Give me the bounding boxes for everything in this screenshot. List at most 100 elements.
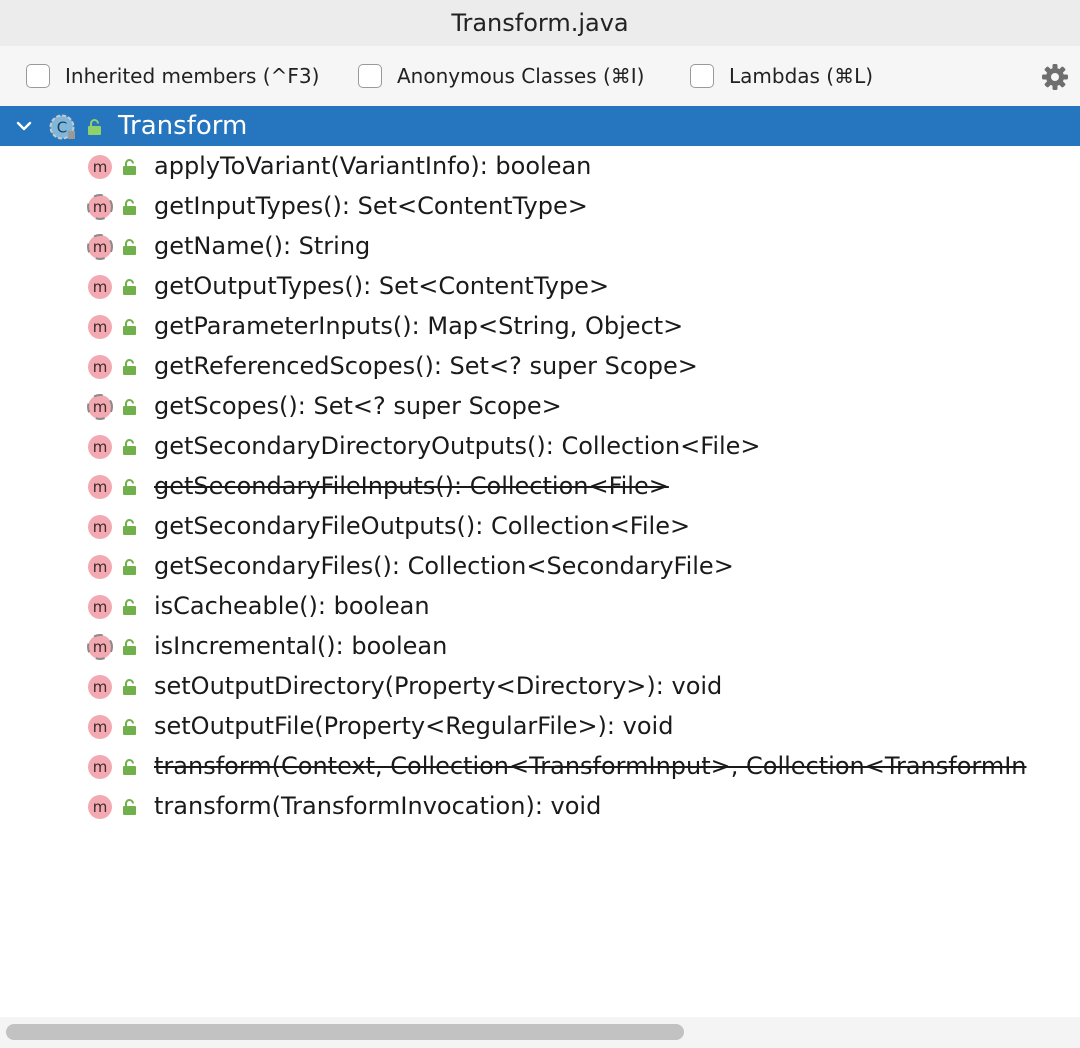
- tree-root-label: Transform: [118, 111, 248, 141]
- tree-member-label: getScopes(): Set<? super Scope>: [154, 392, 562, 420]
- tree-member-row[interactable]: m transform(Context, Collection<Transform…: [0, 746, 1080, 786]
- public-lock-icon: [123, 399, 136, 415]
- tree-member-row[interactable]: m getScopes(): Set<? super Scope>: [0, 386, 1080, 426]
- svg-text:m: m: [93, 598, 108, 616]
- public-lock-icon: [123, 479, 136, 495]
- svg-text:m: m: [93, 478, 108, 496]
- inherited-members-checkbox[interactable]: [26, 64, 50, 88]
- tree-member-label: getInputTypes(): Set<ContentType>: [154, 192, 588, 220]
- svg-text:m: m: [93, 758, 108, 776]
- tree-member-label: applyToVariant(VariantInfo): boolean: [154, 152, 592, 180]
- method-icon: m: [88, 475, 112, 499]
- tree-member-label: transform(TransformInvocation): void: [154, 792, 602, 820]
- lambdas-label: Lambdas (⌘L): [729, 64, 874, 88]
- tree-member-row[interactable]: m isIncremental(): boolean: [0, 626, 1080, 666]
- public-lock-icon: [123, 599, 136, 615]
- tree-member-row[interactable]: m getSecondaryFileInputs(): Collection<Fi…: [0, 466, 1080, 506]
- chevron-down-icon[interactable]: [14, 116, 34, 136]
- filter-toolbar: Inherited members (^F3) Anonymous Classe…: [0, 46, 1080, 106]
- tree-member-label: transform(Context, Collection<TransformI…: [154, 752, 1027, 780]
- tree-member-row[interactable]: m setOutputDirectory(Property<Directory>)…: [0, 666, 1080, 706]
- method-icon: m: [88, 355, 112, 379]
- tree-member-row[interactable]: m getParameterInputs(): Map<String, Objec…: [0, 306, 1080, 346]
- method-icon: m: [88, 555, 112, 579]
- svg-text:m: m: [93, 678, 108, 696]
- public-lock-icon: [123, 639, 136, 655]
- tree-member-label: getParameterInputs(): Map<String, Object…: [154, 312, 684, 340]
- public-lock-icon: [123, 199, 136, 215]
- horizontal-scrollbar-thumb[interactable]: [6, 1024, 684, 1040]
- svg-text:m: m: [93, 198, 108, 216]
- tree-member-row[interactable]: m getName(): String: [0, 226, 1080, 266]
- tree-member-label: getSecondaryFileInputs(): Collection<Fil…: [154, 472, 669, 500]
- abstract-class-icon: C: [49, 114, 75, 140]
- tree-member-label: setOutputDirectory(Property<Directory>):…: [154, 672, 723, 700]
- svg-text:m: m: [93, 278, 108, 296]
- abstract-method-icon: m: [87, 394, 113, 420]
- method-icon: m: [88, 155, 112, 179]
- inherited-members-option[interactable]: Inherited members (^F3): [26, 46, 319, 106]
- public-lock-icon: [123, 159, 136, 175]
- method-icon: m: [88, 675, 112, 699]
- svg-text:m: m: [93, 438, 108, 456]
- public-lock-icon: [123, 239, 136, 255]
- tree-member-label: getSecondaryFiles(): Collection<Secondar…: [154, 552, 734, 580]
- svg-text:m: m: [93, 358, 108, 376]
- tree-member-row[interactable]: m getOutputTypes(): Set<ContentType>: [0, 266, 1080, 306]
- public-lock-icon: [123, 679, 136, 695]
- window-titlebar: Transform.java: [0, 0, 1080, 46]
- svg-text:m: m: [93, 518, 108, 536]
- lambdas-checkbox[interactable]: [690, 64, 714, 88]
- method-icon: m: [88, 315, 112, 339]
- svg-text:m: m: [93, 238, 108, 256]
- gear-icon[interactable]: [1040, 62, 1070, 92]
- svg-text:C: C: [57, 119, 67, 137]
- tree-member-row[interactable]: m applyToVariant(VariantInfo): boolean: [0, 146, 1080, 186]
- svg-text:m: m: [93, 798, 108, 816]
- tree-member-row[interactable]: m getSecondaryDirectoryOutputs(): Collect…: [0, 426, 1080, 466]
- tree-member-label: getReferencedScopes(): Set<? super Scope…: [154, 352, 698, 380]
- anonymous-classes-checkbox[interactable]: [358, 64, 382, 88]
- tree-member-row[interactable]: m setOutputFile(Property<RegularFile>): v…: [0, 706, 1080, 746]
- method-icon: m: [88, 795, 112, 819]
- tree-member-label: getOutputTypes(): Set<ContentType>: [154, 272, 610, 300]
- abstract-method-icon: m: [87, 194, 113, 220]
- tree-member-label: getSecondaryDirectoryOutputs(): Collecti…: [154, 432, 761, 460]
- public-lock-icon: [123, 359, 136, 375]
- public-lock-icon: [123, 519, 136, 535]
- window-title: Transform.java: [451, 9, 629, 37]
- svg-text:m: m: [93, 318, 108, 336]
- anonymous-classes-option[interactable]: Anonymous Classes (⌘I): [358, 46, 644, 106]
- tree-member-label: getName(): String: [154, 232, 371, 260]
- public-lock-icon: [123, 759, 136, 775]
- abstract-method-icon: m: [87, 634, 113, 660]
- inherited-members-label: Inherited members (^F3): [65, 64, 320, 88]
- method-icon: m: [88, 515, 112, 539]
- tree-member-row[interactable]: m getInputTypes(): Set<ContentType>: [0, 186, 1080, 226]
- method-icon: m: [88, 715, 112, 739]
- svg-text:m: m: [93, 558, 108, 576]
- tree-member-row[interactable]: m getReferencedScopes(): Set<? super Scop…: [0, 346, 1080, 386]
- method-icon: m: [88, 595, 112, 619]
- tree-member-row[interactable]: m getSecondaryFiles(): Collection<Seconda…: [0, 546, 1080, 586]
- tree-member-row[interactable]: m getSecondaryFileOutputs(): Collection<F…: [0, 506, 1080, 546]
- public-lock-icon: [88, 119, 101, 135]
- method-icon: m: [88, 755, 112, 779]
- tree-member-row[interactable]: m transform(TransformInvocation): void: [0, 786, 1080, 826]
- lambdas-option[interactable]: Lambdas (⌘L): [690, 46, 873, 106]
- tree-member-label: isCacheable(): boolean: [154, 592, 430, 620]
- structure-window: Transform.java Inherited members (^F3) A…: [0, 0, 1080, 1048]
- svg-text:m: m: [93, 718, 108, 736]
- tree-member-label: isIncremental(): boolean: [154, 632, 448, 660]
- svg-text:m: m: [93, 638, 108, 656]
- tree-member-row[interactable]: m isCacheable(): boolean: [0, 586, 1080, 626]
- public-lock-icon: [123, 439, 136, 455]
- abstract-method-icon: m: [87, 234, 113, 260]
- structure-tree: C Transform m applyToVariant(VariantInfo)…: [0, 106, 1080, 826]
- tree-root-transform[interactable]: C Transform: [0, 106, 1080, 146]
- method-icon: m: [88, 275, 112, 299]
- tree-member-label: setOutputFile(Property<RegularFile>): vo…: [154, 712, 674, 740]
- public-lock-icon: [123, 559, 136, 575]
- public-lock-icon: [123, 279, 136, 295]
- anonymous-classes-label: Anonymous Classes (⌘I): [397, 64, 645, 88]
